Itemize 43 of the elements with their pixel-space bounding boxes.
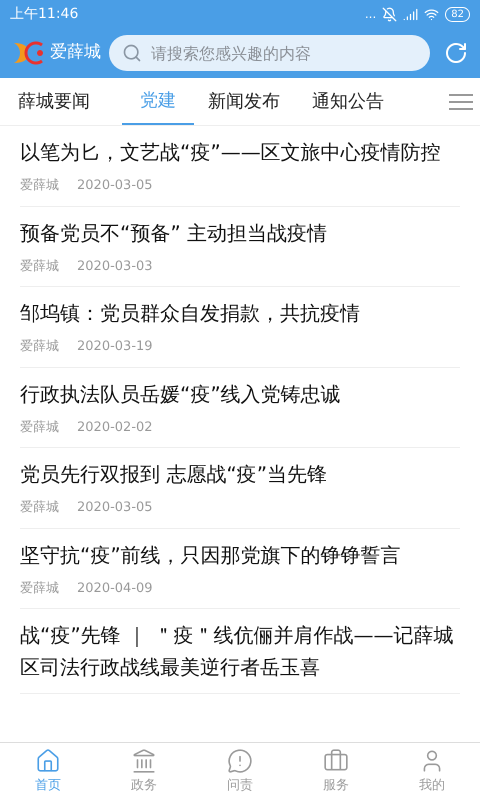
article-title: 以笔为匕，文艺战“疫”——区文旅中心疫情防控 — [20, 139, 442, 166]
article-title: 坚守抗“疫”前线，只因那党旗下的铮铮誓言 — [20, 542, 402, 568]
article-date: 2020-02-02 — [77, 418, 153, 436]
search-field[interactable]: 请搜索您感兴趣的内容 — [109, 35, 430, 71]
alert-icon — [227, 748, 253, 774]
logo-text: 爱薛城 — [50, 41, 101, 64]
mute-icon — [382, 6, 398, 22]
article-source: 爱薛城 — [20, 418, 59, 436]
article-date: 2020-03-05 — [77, 177, 153, 195]
menu-icon[interactable] — [448, 92, 474, 110]
article-item[interactable]: 以笔为匕，文艺战“疫”——区文旅中心疫情防控 爱薛城 2020-03-05 — [20, 126, 460, 206]
article-source: 爱薛城 — [20, 177, 59, 195]
article-title: 行政执法队员岳媛“疫”线入党铸忠诚 — [20, 380, 342, 408]
battery-indicator: 82 — [445, 6, 470, 22]
wifi-icon — [424, 6, 440, 22]
article-date: 2020-03-03 — [77, 258, 153, 276]
article-source: 爱薛城 — [20, 258, 59, 276]
status-dots: ... — [364, 6, 376, 23]
category-tab[interactable]: 通知公告 — [312, 78, 402, 125]
refresh-icon[interactable] — [444, 41, 468, 65]
article-title: 邹坞镇：党员群众自发捐款，共抗疫情 — [20, 300, 361, 327]
article-source: 爱薛城 — [20, 499, 59, 517]
article-item[interactable]: 党员先行双报到 志愿战“疫”当先锋 爱薛城 2020-03-05 — [20, 448, 460, 528]
article-item[interactable]: 预备党员不“预备” 主动担当战疫情 爱薛城 2020-03-03 — [20, 206, 460, 287]
signal-icon — [403, 6, 418, 22]
article-source: 爱薛城 — [20, 580, 59, 598]
category-tab[interactable]: 新闻发布 — [208, 78, 298, 125]
home-icon — [35, 748, 61, 774]
article-date: 2020-03-19 — [77, 338, 153, 356]
article-date: 2020-04-09 — [77, 580, 153, 598]
search-icon — [122, 43, 142, 63]
article-title: 党员先行双报到 志愿战“疫”当先锋 — [20, 461, 328, 488]
article-date: 2020-03-05 — [77, 499, 153, 517]
article-item[interactable]: 邹坞镇：党员群众自发捐款，共抗疫情 爱薛城 2020-03-19 — [20, 287, 460, 368]
article-source: 爱薛城 — [20, 338, 59, 356]
article-title: 战“疫”先锋 ｜ ＂疫＂线伉俪并肩作战——记薛城区司法行政战线最美逆行者岳玉喜 — [20, 622, 454, 681]
article-item[interactable]: 坚守抗“疫”前线，只因那党旗下的铮铮誓言 爱薛城 2020-04-09 — [20, 528, 460, 609]
status-time: 上午11:46 — [10, 4, 78, 24]
article-title: 预备党员不“预备” 主动担当战疫情 — [20, 220, 328, 246]
article-item[interactable]: 战“疫”先锋 ｜ ＂疫＂线伉俪并肩作战——记薛城区司法行政战线最美逆行者岳玉喜 — [20, 609, 460, 694]
category-tab[interactable]: 薛城要闻 — [18, 78, 108, 125]
article-item[interactable]: 行政执法队员岳媛“疫”线入党铸忠诚 爱薛城 2020-02-02 — [20, 368, 460, 448]
bank-icon — [131, 748, 157, 774]
